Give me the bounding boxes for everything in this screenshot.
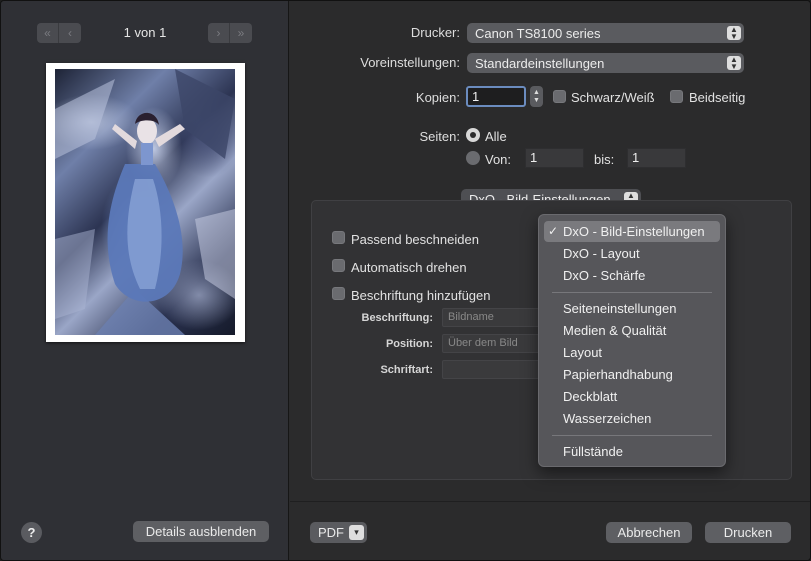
menu-item-watermark[interactable]: Wasserzeichen: [544, 408, 720, 429]
pages-label: Seiten:: [419, 129, 460, 144]
duplex-checkbox[interactable]: [670, 90, 683, 103]
print-dialog: « ‹ 1 von 1 › » ? Details ausblenden Dru…: [0, 0, 811, 561]
updown-arrows-icon: ▲▼: [727, 26, 741, 41]
menu-item-page-setup[interactable]: Seiteneinstellungen: [544, 298, 720, 319]
pages-all-radio[interactable]: [466, 128, 480, 142]
photo-figure: [55, 69, 235, 335]
bw-label: Schwarz/Weiß: [571, 90, 655, 105]
presets-value: Standardeinstellungen: [475, 55, 605, 71]
menu-item-supply-levels[interactable]: Füllstände: [544, 441, 720, 462]
printer-value: Canon TS8100 series: [475, 25, 601, 41]
position-label: Position:: [385, 338, 433, 350]
updown-arrows-icon: ▲▼: [727, 56, 741, 71]
caption-field[interactable]: Bildname: [442, 308, 552, 327]
last-page-icon[interactable]: »: [230, 23, 252, 43]
menu-item-dxo-bild[interactable]: ✓ DxO - Bild-Einstellungen: [544, 221, 720, 242]
menu-item-label: DxO - Bild-Einstellungen: [563, 224, 705, 239]
bw-checkbox[interactable]: [553, 90, 566, 103]
menu-separator: [552, 292, 712, 293]
pages-to-input[interactable]: 1: [627, 148, 686, 168]
printer-select[interactable]: Canon TS8100 series ▲ ▼: [467, 23, 744, 43]
help-button[interactable]: ?: [21, 522, 42, 543]
menu-item-media-quality[interactable]: Medien & Qualität: [544, 320, 720, 341]
page-preview: [46, 63, 245, 342]
chevron-down-icon: ▾: [349, 525, 364, 540]
checkmark-icon: ✓: [548, 224, 559, 238]
next-page-group: › »: [208, 23, 252, 43]
caption-label: Beschriftung hinzufügen: [351, 288, 491, 303]
menu-item-layout[interactable]: Layout: [544, 342, 720, 363]
pages-to-label: bis:: [594, 152, 615, 167]
copies-input[interactable]: 1: [466, 86, 526, 107]
print-button[interactable]: Drucken: [705, 522, 791, 543]
copies-label: Kopien:: [415, 90, 460, 105]
cancel-button[interactable]: Abbrechen: [606, 522, 692, 543]
caption-checkbox[interactable]: [332, 287, 345, 300]
duplex-label: Beidseitig: [689, 90, 746, 105]
pages-from-label: Von:: [485, 152, 512, 167]
first-page-icon[interactable]: «: [37, 23, 59, 43]
font-label: Schriftart:: [380, 364, 433, 376]
copies-stepper[interactable]: ▲ ▼: [530, 86, 543, 107]
crop-label: Passend beschneiden: [351, 232, 479, 247]
pdf-label: PDF: [318, 525, 344, 540]
menu-separator: [552, 435, 712, 436]
font-select[interactable]: [442, 360, 552, 379]
caption-field-label: Beschriftung:: [361, 312, 434, 324]
presets-select[interactable]: Standardeinstellungen ▲ ▼: [467, 53, 744, 73]
crop-checkbox[interactable]: [332, 231, 345, 244]
hide-details-button[interactable]: Details ausblenden: [133, 521, 269, 542]
page-indicator: 1 von 1: [123, 25, 167, 40]
preview-pane: « ‹ 1 von 1 › » ? Details ausblenden: [1, 1, 289, 560]
prev-page-group: « ‹: [37, 23, 81, 43]
next-page-icon[interactable]: ›: [208, 23, 230, 43]
rotate-checkbox[interactable]: [332, 259, 345, 272]
printer-label: Drucker:: [410, 25, 460, 40]
menu-item-paper-handling[interactable]: Papierhandhabung: [544, 364, 720, 385]
pages-range-radio[interactable]: [466, 151, 480, 165]
menu-item-dxo-schaerfe[interactable]: DxO - Schärfe: [544, 265, 720, 286]
preview-footer: ? Details ausblenden: [1, 501, 289, 560]
dialog-footer: PDF ▾ Abbrechen Drucken: [290, 501, 810, 560]
panel-selector-menu: ✓ DxO - Bild-Einstellungen DxO - Layout …: [538, 214, 726, 467]
pages-from-input[interactable]: 1: [525, 148, 584, 168]
menu-item-dxo-layout[interactable]: DxO - Layout: [544, 243, 720, 264]
stepper-up-icon[interactable]: ▲: [533, 89, 540, 97]
stepper-down-icon[interactable]: ▼: [533, 97, 540, 105]
preview-photo: [55, 69, 235, 335]
position-select[interactable]: Über dem Bild: [442, 334, 552, 353]
presets-label: Voreinstellungen:: [360, 55, 460, 70]
pdf-menu-button[interactable]: PDF ▾: [310, 522, 367, 543]
previous-page-icon[interactable]: ‹: [59, 23, 81, 43]
menu-item-cover-page[interactable]: Deckblatt: [544, 386, 720, 407]
rotate-label: Automatisch drehen: [351, 260, 467, 275]
pages-all-label: Alle: [485, 129, 507, 144]
